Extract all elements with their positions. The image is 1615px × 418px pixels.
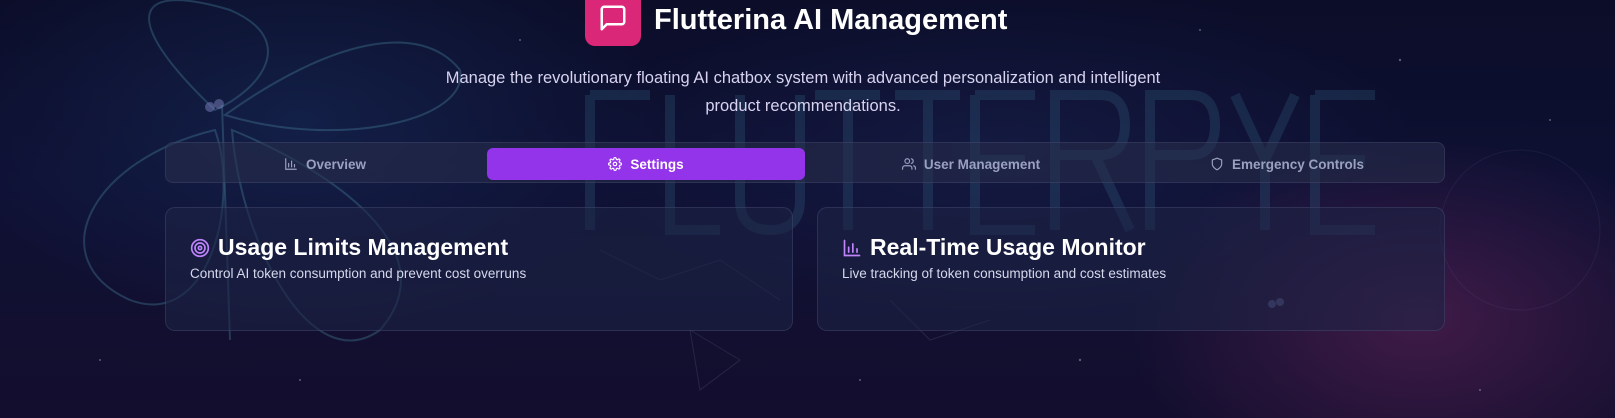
tab-label: Emergency Controls — [1231, 156, 1365, 172]
card-title: Usage Limits Management — [218, 234, 509, 260]
card-description: Live tracking of token consumption and c… — [842, 266, 1167, 281]
tab-emergency-controls[interactable]: Emergency Controls — [1137, 148, 1437, 180]
card-heading: Usage Limits Management — [190, 234, 508, 261]
tab-user-management[interactable]: User Management — [813, 148, 1129, 180]
tab-settings[interactable]: Settings — [487, 148, 805, 180]
card-title: Real-Time Usage Monitor — [870, 234, 1146, 260]
bar-chart-icon — [843, 239, 861, 256]
page-subtitle: Manage the revolutionary floating AI cha… — [445, 69, 1161, 115]
tab-overview[interactable]: Overview — [171, 148, 479, 180]
shield-icon — [1211, 157, 1223, 171]
usage-monitor-card: Real-Time Usage Monitor Live tracking of… — [817, 207, 1445, 331]
tab-label: Settings — [630, 156, 684, 172]
usage-limits-card: Usage Limits Management Control AI token… — [165, 207, 793, 331]
users-icon — [901, 158, 916, 170]
tab-bar: Overview Settings User Management Emerge… — [165, 142, 1445, 183]
card-description: Control AI token consumption and prevent… — [190, 266, 527, 281]
tab-label: User Management — [923, 156, 1041, 172]
message-square-icon — [600, 5, 626, 31]
gear-icon — [608, 157, 623, 171]
page-title: Flutterina AI Management — [654, 4, 1008, 36]
app-logo — [585, 0, 641, 46]
tab-label: Overview — [305, 156, 367, 172]
target-icon — [190, 238, 210, 257]
card-heading: Real-Time Usage Monitor — [842, 234, 1146, 261]
bar-chart-icon — [285, 158, 297, 170]
